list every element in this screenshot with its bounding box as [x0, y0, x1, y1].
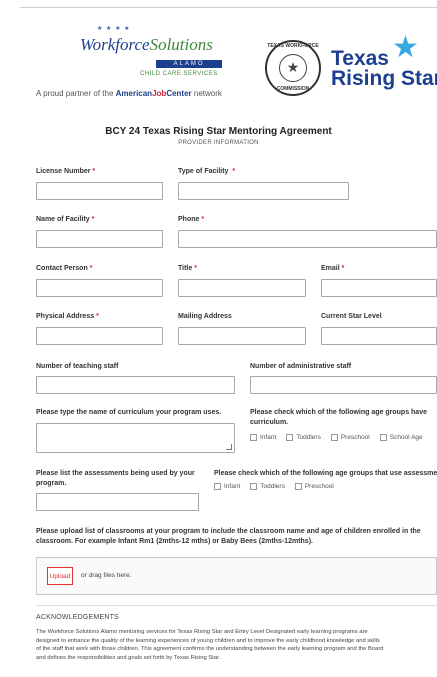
partner-text: A proud partner of the AmericanJobCenter…: [36, 89, 222, 98]
admin-staff-label: Number of administrative staff: [250, 363, 352, 370]
assessments-label: Please list the assessments being used b…: [36, 470, 195, 487]
type-of-facility-select[interactable]: [178, 182, 349, 200]
current-star-level-label: Current Star Level: [321, 313, 382, 320]
assessments-input[interactable]: [36, 493, 199, 511]
curriculum-label: Please type the name of curriculum your …: [36, 409, 222, 416]
teaching-staff-label: Number of teaching staff: [36, 363, 119, 370]
checkbox[interactable]: [214, 483, 221, 490]
page-title: BCY 24 Texas Rising Star Mentoring Agree…: [105, 126, 332, 137]
admin-staff-input[interactable]: [250, 376, 437, 394]
logo-stars-icon: ★ ★ ★ ★: [97, 26, 131, 32]
name-of-facility-label: Name of Facility *: [36, 216, 95, 223]
section-subtitle: PROVIDER INFORMATION: [178, 140, 259, 146]
file-drop-zone[interactable]: Upload or drag files here.: [36, 557, 437, 595]
physical-address-input[interactable]: [36, 327, 163, 345]
trs-logo-line2: Rising Star: [331, 67, 437, 90]
title-input[interactable]: [178, 279, 306, 297]
mailing-address-label: Mailing Address: [178, 313, 232, 320]
curriculum-infant-option[interactable]: Infant: [250, 434, 276, 441]
checkbox[interactable]: [330, 434, 338, 441]
logo-bar: ALAMO: [156, 60, 222, 68]
section-divider: [36, 605, 437, 606]
teaching-staff-input[interactable]: [36, 376, 235, 394]
upload-instructions: Please upload list of classrooms at your…: [36, 528, 421, 545]
logo-subtitle: CHILD CARE SERVICES: [140, 71, 218, 77]
twc-seal-icon: TEXAS WORKFORCE ★ COMMISSION: [265, 40, 321, 96]
email-label: Email *: [321, 265, 345, 272]
curriculum-ages-label: Please check which of the following age …: [250, 409, 427, 426]
assessment-infant-option[interactable]: Infant: [214, 483, 240, 490]
name-of-facility-input[interactable]: [36, 230, 163, 248]
rising-star-icon: ★: [392, 31, 419, 64]
drag-hint: or drag files here.: [81, 572, 132, 579]
title-label: Title *: [178, 265, 197, 272]
resize-handle-icon[interactable]: [226, 444, 232, 450]
checkbox[interactable]: [250, 483, 258, 490]
contact-person-label: Contact Person *: [36, 265, 93, 272]
acknowledgements-heading: ACKNOWLEDGEMENTS: [36, 614, 119, 621]
phone-label: Phone *: [178, 216, 205, 223]
phone-input[interactable]: [178, 230, 437, 248]
checkbox[interactable]: [379, 434, 387, 441]
assessment-toddlers-option[interactable]: Toddlers: [250, 483, 285, 490]
license-number-label: License Number *: [36, 168, 96, 175]
logo-title: WorkforceSolutions: [80, 35, 213, 54]
assessment-preschool-option[interactable]: Preschool: [294, 483, 334, 490]
curriculum-age-checkboxes: Infant Toddlers Preschool School Age: [250, 434, 423, 441]
checkbox[interactable]: [294, 483, 302, 490]
physical-address-label: Physical Address *: [36, 313, 99, 320]
curriculum-toddlers-option[interactable]: Toddlers: [286, 434, 321, 441]
acknowledgements-text: The Workforce Solutions Alamo mentoring …: [36, 629, 384, 661]
checkbox[interactable]: [250, 434, 257, 441]
assessment-age-checkboxes: Infant Toddlers Preschool: [214, 483, 334, 490]
curriculum-school-age-option[interactable]: School Age: [379, 434, 423, 441]
contact-person-input[interactable]: [36, 279, 163, 297]
license-number-input[interactable]: [36, 182, 163, 200]
top-divider: [20, 7, 437, 8]
checkbox[interactable]: [286, 434, 294, 441]
email-input[interactable]: [321, 279, 437, 297]
curriculum-preschool-option[interactable]: Preschool: [330, 434, 370, 441]
mailing-address-input[interactable]: [178, 327, 306, 345]
current-star-level-select[interactable]: [321, 327, 437, 345]
curriculum-textarea[interactable]: [36, 423, 235, 453]
assessment-ages-label: Please check which of the following age …: [214, 470, 437, 477]
upload-button[interactable]: Upload: [47, 567, 73, 585]
type-of-facility-label: Type of Facility *: [178, 168, 236, 175]
